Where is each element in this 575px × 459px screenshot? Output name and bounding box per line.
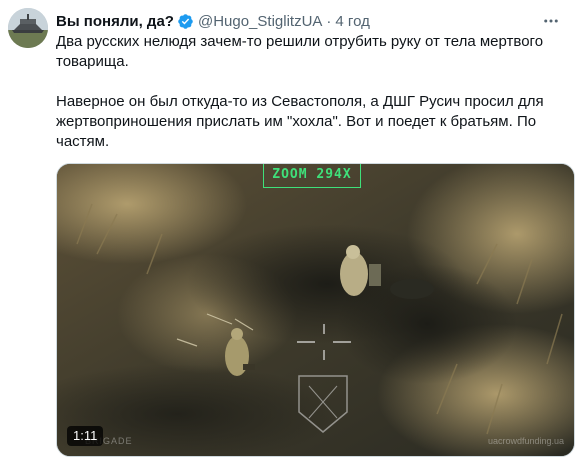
user-handle[interactable]: @Hugo_StiglitzUA [198, 13, 322, 30]
video-frame [57, 164, 574, 456]
tweet-paragraph-1: Два русских нелюдя зачем-то решили отруб… [56, 33, 544, 70]
avatar[interactable] [8, 8, 48, 48]
video-duration-badge: 1:11 [67, 426, 104, 446]
zoom-overlay-label: ZOOM 294X [263, 164, 361, 188]
more-horizontal-icon[interactable] [541, 11, 561, 31]
watermark-right: uacrowdfunding.ua [487, 436, 564, 446]
separator-dot: · [326, 12, 332, 30]
video-player[interactable]: ZOOM 294X BRIGADE uacrowdfunding.ua 1:11 [56, 163, 575, 457]
tweet-paragraph-2: Наверное он был откуда-то из Севастополя… [56, 93, 544, 150]
tweet-text: Два русских нелюдя зачем-то решили отруб… [56, 32, 561, 152]
display-name[interactable]: Вы поняли, да? [56, 13, 174, 30]
avatar-image [8, 8, 48, 48]
tweet-card: Вы поняли, да? @Hugo_StiglitzUA · 4 год … [0, 0, 575, 459]
timestamp[interactable]: 4 год [335, 13, 369, 30]
fallen-body [390, 279, 434, 299]
tweet-header: Вы поняли, да? @Hugo_StiglitzUA · 4 год [56, 11, 370, 31]
verified-badge-icon [177, 13, 194, 30]
